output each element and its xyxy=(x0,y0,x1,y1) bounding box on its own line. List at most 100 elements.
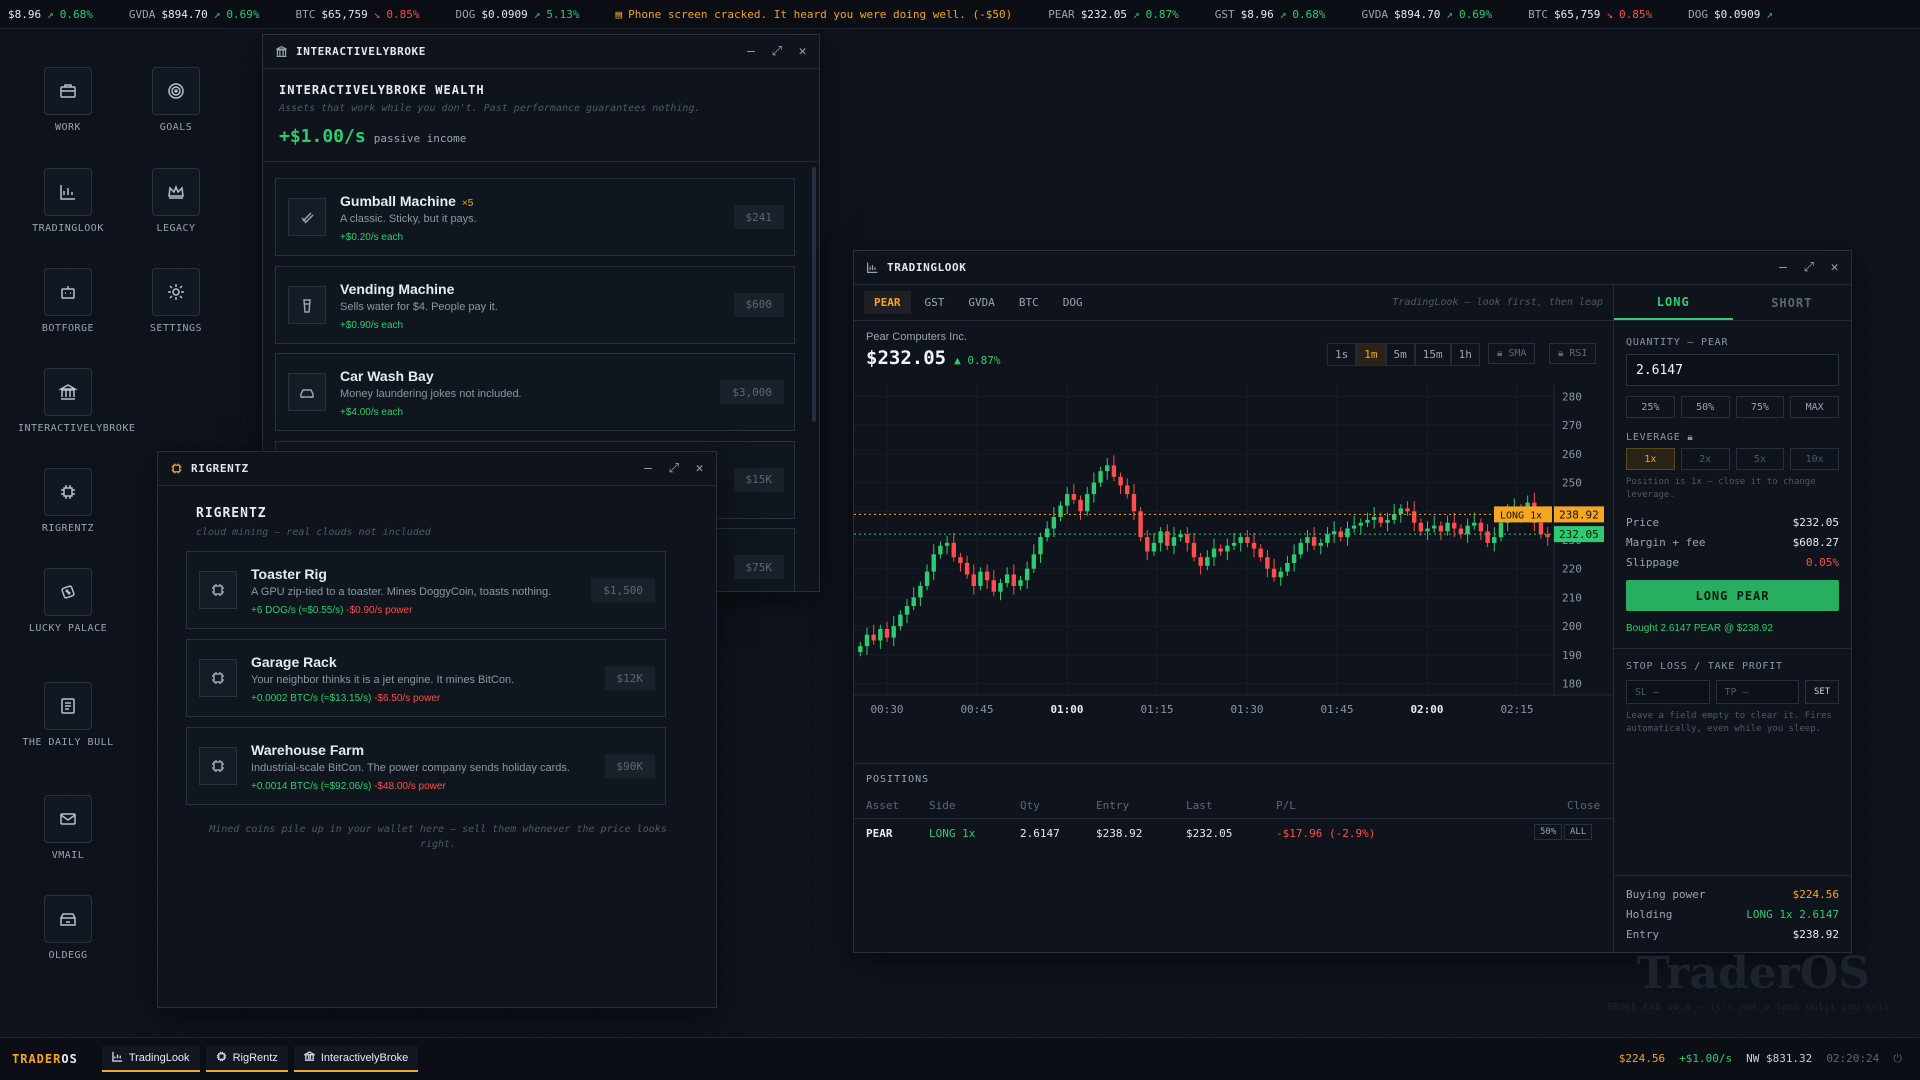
desktop-icon-botforge[interactable]: BOTFORGE xyxy=(18,268,118,334)
tradinglook-window[interactable]: TRADINGLOOK – ⤢ ✕ PEAR GST GVDA BTC DOG Tradi… xyxy=(853,250,1852,953)
chip-icon xyxy=(44,468,92,516)
window-titlebar[interactable]: RIGRENTZ – ⤢ ✕ xyxy=(158,452,716,486)
timeframe-5m[interactable]: 5m xyxy=(1385,343,1415,366)
candle-body xyxy=(1091,482,1097,495)
close-all-button[interactable]: ALL xyxy=(1564,824,1593,840)
candle-body xyxy=(1452,522,1457,529)
qty-pct-75-button[interactable]: 75% xyxy=(1735,396,1785,418)
positions-title: POSITIONS xyxy=(866,774,930,785)
leverage-2x-button[interactable]: 2x xyxy=(1680,448,1730,470)
taskbar-item-rigrentz[interactable]: RigRentz xyxy=(205,1046,288,1072)
tab-pear[interactable]: PEAR xyxy=(864,291,911,314)
tab-short[interactable]: SHORT xyxy=(1733,285,1852,320)
timeframe-1h[interactable]: 1h xyxy=(1450,343,1480,366)
tab-btc[interactable]: BTC xyxy=(1009,291,1049,314)
close-icon[interactable]: ✕ xyxy=(799,44,807,59)
timeframe-1m[interactable]: 1m xyxy=(1356,343,1386,366)
asset-card[interactable]: Gumball Machine ×5 A classic. Sticky, but … xyxy=(275,178,795,256)
minimize-icon[interactable]: – xyxy=(1779,260,1787,275)
rig-description: A GPU zip-tied to a toaster. Mines Doggy… xyxy=(251,586,552,598)
minimize-icon[interactable]: – xyxy=(747,44,755,59)
scrollbar[interactable] xyxy=(812,167,816,422)
desktop-icon-oldegg[interactable]: OLDEGG xyxy=(18,895,118,961)
tab-gvda[interactable]: GVDA xyxy=(958,291,1005,314)
asset-name: Gumball Machine ×5 xyxy=(340,193,474,209)
indicator-rsi-button[interactable]: 🔒︎ RSI xyxy=(1549,343,1597,364)
timeframe-1s[interactable]: 1s xyxy=(1327,343,1357,366)
window-titlebar[interactable]: TRADINGLOOK – ⤢ ✕ xyxy=(854,251,1851,285)
brand-logo[interactable]: TRADEROS xyxy=(12,1052,78,1066)
leverage-5x-button[interactable]: 5x xyxy=(1735,448,1785,470)
ticker-item[interactable]: BTC $65,759 ↘ 0.85% xyxy=(295,8,419,21)
tab-gst[interactable]: GST xyxy=(915,291,955,314)
quantity-input[interactable]: 2.6147 xyxy=(1626,354,1839,386)
ticker-item[interactable]: GVDA $894.70 ↗ 0.69% xyxy=(1362,8,1493,21)
buy-price-button[interactable]: $3,000 xyxy=(720,380,784,404)
maximize-icon[interactable]: ⤢ xyxy=(1804,260,1815,275)
taskbar-item-tradinglook[interactable]: TradingLook xyxy=(101,1046,200,1072)
column-header: Close xyxy=(1567,799,1601,812)
leverage-10x-button[interactable]: 10x xyxy=(1790,448,1839,470)
candle-body xyxy=(1458,528,1464,535)
stop-loss-input[interactable]: SL — xyxy=(1626,680,1710,704)
candle-body xyxy=(1385,519,1390,523)
maximize-icon[interactable]: ⤢ xyxy=(772,44,783,59)
close-icon[interactable]: ✕ xyxy=(1831,260,1839,275)
buy-price-button[interactable]: $241 xyxy=(733,205,784,229)
tab-long[interactable]: LONG xyxy=(1614,285,1733,320)
asset-card[interactable]: Vending Machine Sells water for $4. Peopl… xyxy=(275,265,795,344)
desktop-icon-work[interactable]: WORK xyxy=(18,67,118,133)
long-pear-button[interactable]: LONG PEAR xyxy=(1626,580,1839,611)
desktop-icon-goals[interactable]: GOALS xyxy=(126,67,226,133)
rig-card[interactable]: Toaster Rig A GPU zip-tied to a toaster. … xyxy=(186,551,666,629)
buy-price-button[interactable]: $1,500 xyxy=(591,578,655,602)
buy-price-button[interactable]: $90K xyxy=(604,754,655,778)
buy-price-button[interactable]: $15K xyxy=(733,467,784,492)
rig-description: Your neighbor thinks it is a jet engine.… xyxy=(251,674,515,686)
desktop-icon-interactivelybroke[interactable]: INTERACTIVELYBROKE xyxy=(18,368,135,434)
ticker-item[interactable]: DOG $0.0909 ↗ 5.13% xyxy=(455,8,579,21)
desktop-icon-legacy[interactable]: LEGACY xyxy=(126,168,226,234)
y-tick-label: 280 xyxy=(1562,390,1582,403)
desktop-icon-the-daily-bull[interactable]: THE DAILY BULL xyxy=(18,682,118,748)
asset-card[interactable]: Car Wash Bay Money laundering jokes not i… xyxy=(275,353,795,431)
rig-card[interactable]: Warehouse Farm Industrial-scale BitCon. T… xyxy=(186,727,666,805)
ticker-item[interactable]: $8.96 ↗ 0.68% xyxy=(8,8,93,21)
indicator-sma-button[interactable]: 🔒︎ SMA xyxy=(1488,343,1536,364)
candle-body xyxy=(1085,494,1090,512)
chip-icon xyxy=(216,1051,227,1065)
rig-card[interactable]: Garage Rack Your neighbor thinks it is a … xyxy=(186,639,666,717)
set-sltp-button[interactable]: SET xyxy=(1805,680,1839,704)
leverage-1x-button[interactable]: 1x xyxy=(1626,448,1675,470)
buy-price-button[interactable]: $600 xyxy=(733,292,784,317)
desktop-icon-lucky-palace[interactable]: LUCKY PALACE xyxy=(18,568,118,634)
maximize-icon[interactable]: ⤢ xyxy=(669,461,680,476)
buy-price-button[interactable]: $75K xyxy=(733,555,784,579)
price-chart[interactable]: 28027026025024023022021020019018000:3000… xyxy=(854,385,1613,765)
desktop-icon-rigrentz[interactable]: RIGRENTZ xyxy=(18,468,118,534)
minimize-icon[interactable]: – xyxy=(644,461,652,476)
desktop-icon-tradinglook[interactable]: TRADINGLOOK xyxy=(18,168,118,234)
qty-pct-MAX-button[interactable]: MAX xyxy=(1790,396,1839,418)
window-titlebar[interactable]: INTERACTIVELYBROKE – ⤢ ✕ xyxy=(263,35,819,69)
y-tick-label: 220 xyxy=(1562,563,1582,576)
ticker-item[interactable]: GST $8.96 ↗ 0.68% xyxy=(1215,8,1326,21)
take-profit-input[interactable]: TP — xyxy=(1715,680,1800,704)
taskbar-item-interactivelybroke[interactable]: InteractivelyBroke xyxy=(293,1046,419,1072)
candle-body xyxy=(971,574,976,586)
rigrentz-window[interactable]: RIGRENTZ – ⤢ ✕ RIGRENTZ cloud mining — r… xyxy=(157,451,717,1008)
ticker-item[interactable]: PEAR $232.05 ↗ 0.87% xyxy=(1048,8,1179,21)
ticker-item[interactable]: DOG $0.0909 ↗ xyxy=(1688,8,1773,21)
qty-pct-50-button[interactable]: 50% xyxy=(1680,396,1730,418)
power-icon[interactable]: ⏻ xyxy=(1893,1052,1902,1066)
buy-price-button[interactable]: $12K xyxy=(604,666,655,690)
qty-pct-25-button[interactable]: 25% xyxy=(1626,396,1675,418)
tab-dog[interactable]: DOG xyxy=(1053,291,1093,314)
timeframe-15m[interactable]: 15m xyxy=(1414,343,1451,366)
ticker-item[interactable]: GVDA $894.70 ↗ 0.69% xyxy=(129,8,260,21)
ticker-item[interactable]: BTC $65,759 ↘ 0.85% xyxy=(1528,8,1652,21)
desktop-icon-settings[interactable]: SETTINGS xyxy=(126,268,226,334)
close-icon[interactable]: ✕ xyxy=(696,461,704,476)
close-50-button[interactable]: 50% xyxy=(1534,824,1563,840)
desktop-icon-vmail[interactable]: VMAIL xyxy=(18,795,118,861)
